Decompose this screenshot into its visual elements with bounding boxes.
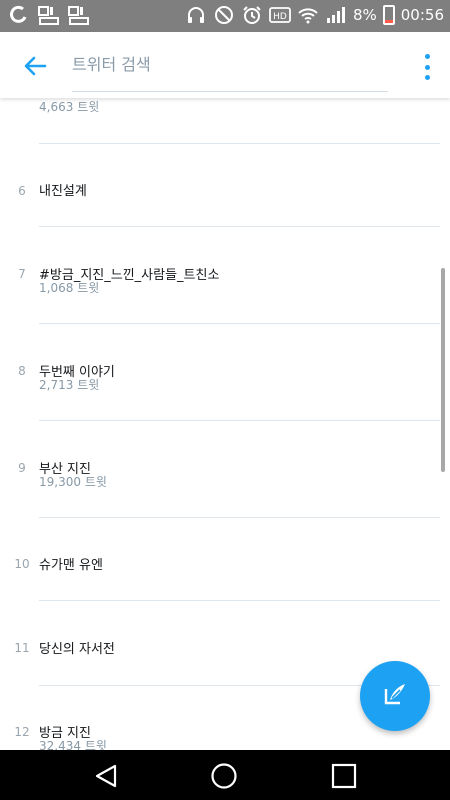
trend-rank: 7 [18, 267, 26, 281]
trend-count: 2,713 트윗 [39, 378, 100, 392]
search-input[interactable] [72, 52, 388, 92]
alarm-icon [241, 4, 263, 26]
trend-rank: 8 [18, 364, 26, 378]
back-triangle-icon[interactable] [92, 762, 120, 790]
trend-rank: 11 [14, 641, 30, 655]
svg-text:HD: HD [273, 12, 287, 22]
trend-item[interactable]: 9 부산 지진 19,300 트윗 [0, 421, 440, 518]
divider [39, 600, 440, 601]
trend-title: 슈가맨 유엔 [39, 558, 103, 573]
app-bar [0, 32, 450, 98]
trend-item[interactable]: 6 내진설계 [0, 144, 440, 228]
clock: 00:56 [400, 6, 444, 24]
wifi-icon [297, 4, 319, 26]
trend-rank: 9 [18, 461, 26, 475]
battery-percent: 8% [352, 6, 377, 24]
trend-item[interactable]: 8 두번째 이야기 2,713 트윗 [0, 324, 440, 421]
trend-item[interactable]: 10 슈가맨 유엔 [0, 518, 440, 602]
overflow-menu-icon[interactable] [422, 54, 432, 80]
home-circle-icon[interactable] [210, 762, 238, 790]
compose-tweet-button[interactable] [360, 661, 430, 731]
battery-icon [382, 5, 395, 25]
headphones-icon [185, 4, 207, 26]
status-bar: HD 8% 00:56 [0, 0, 450, 32]
trend-item[interactable]: 4,663 트윗 [0, 96, 440, 144]
do-not-disturb-icon [213, 4, 235, 26]
trend-count: 4,663 트윗 [39, 100, 100, 114]
app-notify-icon [68, 4, 90, 26]
trend-title: 당신의 자서전 [39, 642, 115, 657]
carrier-o-icon [8, 4, 30, 26]
app-notify-icon [38, 4, 60, 26]
trend-rank: 10 [14, 557, 30, 571]
nav-bar [0, 750, 450, 800]
back-arrow-icon[interactable] [20, 51, 50, 81]
trend-title: 내진설계 [39, 184, 87, 199]
recents-square-icon[interactable] [330, 762, 358, 790]
trend-rank: 6 [18, 184, 26, 198]
compose-tweet-icon [380, 679, 410, 713]
scrollbar[interactable] [441, 268, 445, 472]
signal-icon [325, 4, 347, 26]
hd-icon: HD [269, 4, 291, 26]
trend-rank: 12 [14, 725, 30, 739]
trend-item[interactable]: 7 #방금_지진_느낀_사람들_트친소 1,068 트윗 [0, 227, 440, 324]
trend-count: 1,068 트윗 [39, 281, 100, 295]
trend-count: 19,300 트윗 [39, 475, 107, 489]
